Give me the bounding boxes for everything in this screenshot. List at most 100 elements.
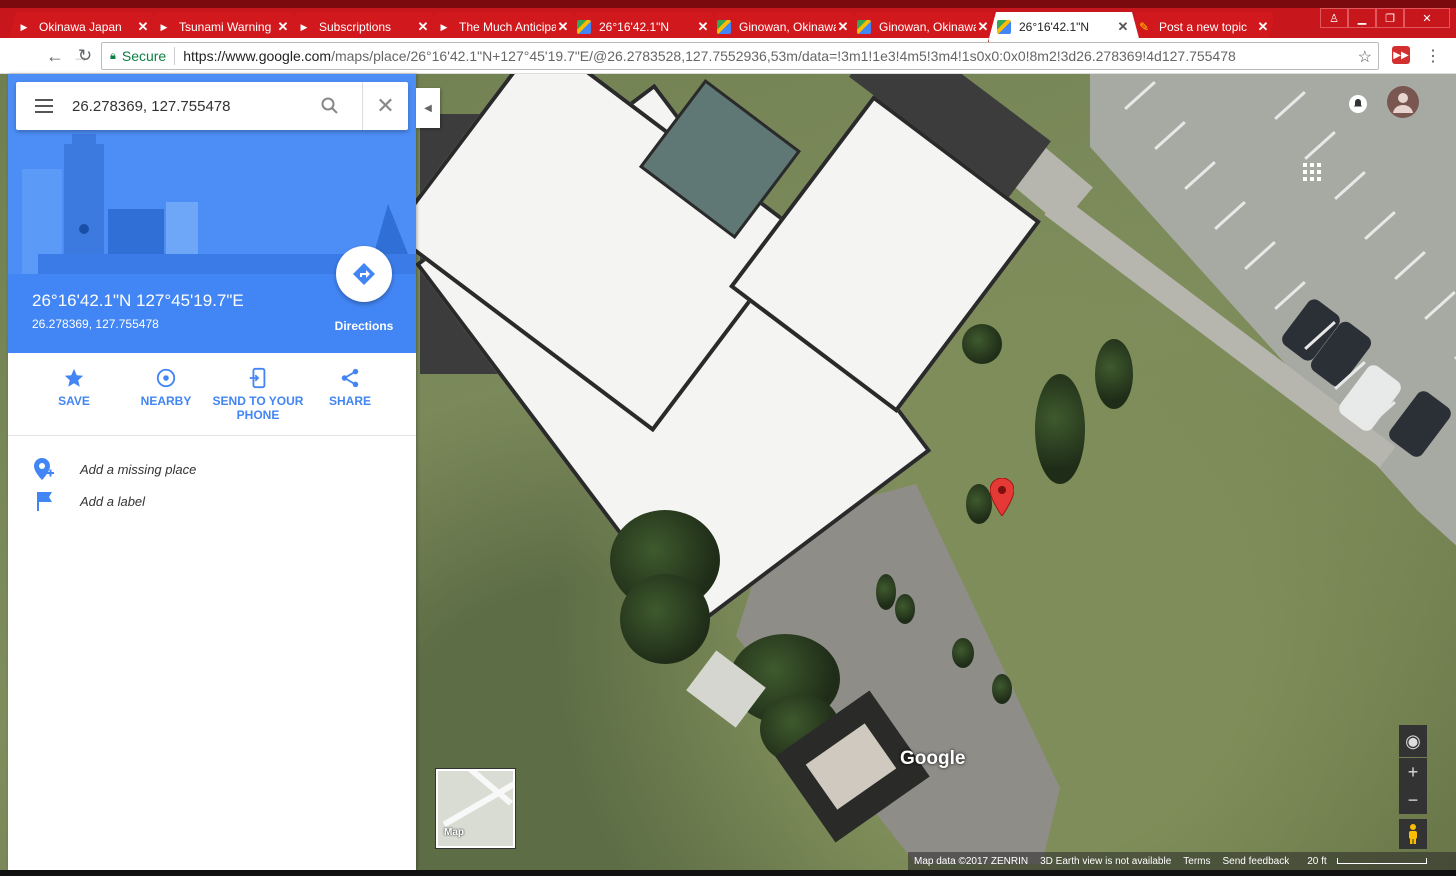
send-feedback-link[interactable]: Send feedback	[1223, 856, 1290, 867]
youtube-icon: ▶	[300, 21, 308, 32]
pencil-icon: ✎	[1138, 20, 1150, 34]
tree	[966, 484, 992, 524]
close-tab-icon[interactable]: ✕	[276, 19, 290, 35]
earth-view-notice: 3D Earth view is not available	[1040, 855, 1172, 867]
account-avatar[interactable]	[1387, 86, 1419, 118]
terms-link[interactable]: Terms	[1183, 856, 1210, 867]
send-to-phone-button[interactable]: SEND TO YOUR PHONE	[212, 366, 304, 422]
tab-title: Post a new topic	[1159, 20, 1248, 34]
scale-label: 20 ft	[1301, 856, 1427, 867]
url-path: /maps/place/26°16'42.1"N+127°45'19.7"E/@…	[331, 48, 1236, 64]
extension-icon[interactable]: ▶▶	[1392, 46, 1410, 64]
map-footer: Map data ©2017 ZENRIN 3D Earth view is n…	[908, 852, 1456, 870]
add-label-label: Add a label	[80, 493, 146, 509]
reload-icon[interactable]: ↻	[74, 45, 96, 67]
secure-label: Secure	[121, 48, 167, 64]
flag-icon	[32, 490, 56, 512]
close-tab-icon[interactable]: ✕	[1256, 19, 1270, 35]
tree	[620, 574, 710, 664]
collapse-panel-button[interactable]: ◀	[416, 88, 440, 128]
maps-icon	[997, 20, 1011, 34]
share-icon	[304, 366, 396, 390]
bookmark-star-icon[interactable]: ☆	[1358, 47, 1372, 67]
close-tab-icon[interactable]: ✕	[556, 19, 570, 35]
tree	[895, 594, 915, 624]
save-label: SAVE	[58, 394, 90, 408]
tree	[876, 574, 896, 610]
add-missing-place-label: Add a missing place	[80, 461, 197, 477]
save-button[interactable]: SAVE	[28, 366, 120, 408]
tab-title: 26°16'42.1"N	[1019, 20, 1090, 34]
tab-title: Tsunami Warning	[179, 20, 272, 34]
close-tab-icon[interactable]: ✕	[976, 19, 990, 35]
notifications-icon[interactable]	[1348, 94, 1368, 119]
lock-icon: 🔒︎	[110, 49, 116, 62]
send-to-phone-label: SEND TO YOUR PHONE	[212, 394, 304, 422]
nearby-button[interactable]: NEARBY	[120, 366, 212, 408]
tree	[1035, 374, 1085, 484]
tab-title: The Much Anticipated	[459, 20, 556, 34]
menu-icon[interactable]	[16, 82, 72, 130]
side-panel: ✕ 26°16'42.1"N 127°45'19.7"E 26.278369, …	[8, 74, 416, 870]
place-title: 26°16'42.1"N 127°45'19.7"E	[32, 291, 244, 310]
tree	[952, 638, 974, 668]
map-layer-toggle[interactable]: Map	[435, 768, 516, 849]
back-icon[interactable]: ←	[44, 45, 66, 67]
restore-icon[interactable]: ❐	[1376, 8, 1404, 28]
apps-grid-icon[interactable]	[1302, 162, 1322, 187]
add-label-link[interactable]: Add a label	[32, 490, 145, 512]
tree	[962, 324, 1002, 364]
minimap-label: Map	[444, 827, 464, 838]
search-input[interactable]	[72, 97, 302, 115]
maps-icon	[577, 20, 591, 34]
maps-icon	[717, 20, 731, 34]
tab-title: 26°16'42.1"N	[599, 20, 670, 34]
add-missing-place-link[interactable]: Add a missing place	[32, 458, 196, 480]
place-actions: SAVE NEARBY SEND TO YOUR PHONE SHARE	[8, 366, 416, 436]
tab-title: Okinawa Japan	[39, 20, 122, 34]
close-tab-icon[interactable]: ✕	[696, 19, 710, 35]
taskbar	[0, 870, 1456, 876]
close-window-icon[interactable]: ✕	[1404, 8, 1450, 28]
url-host: https://www.google.com	[183, 48, 332, 64]
pegman-icon[interactable]	[1399, 819, 1427, 849]
share-label: SHARE	[328, 394, 371, 408]
star-icon	[28, 366, 120, 390]
tab-title: Ginowan, Okinawa	[879, 20, 976, 34]
youtube-icon: ▶	[20, 21, 28, 32]
send-to-phone-icon	[212, 366, 304, 390]
tab-title: Ginowan, Okinawa	[739, 20, 836, 34]
close-tab-icon[interactable]: ✕	[836, 19, 850, 35]
my-location-icon[interactable]: ◉	[1399, 725, 1427, 757]
zoom-in-button[interactable]: +	[1399, 758, 1427, 786]
browser-toolbar: ← → 🔒︎ Secure https://www.google.com/map…	[0, 38, 1456, 74]
directions-icon	[353, 263, 375, 285]
browser-window: ▶ Okinawa Japan ✕ ▶ Tsunami Warning ✕ ▶ …	[0, 0, 1456, 876]
clear-search-icon[interactable]: ✕	[362, 82, 408, 130]
profile-icon[interactable]: ♙	[1320, 8, 1348, 28]
directions-button[interactable]	[336, 246, 392, 302]
address-bar[interactable]: 🔒︎ Secure https://www.google.com/maps/pl…	[101, 42, 1379, 70]
divider	[8, 435, 416, 436]
share-button[interactable]: SHARE	[304, 366, 396, 408]
divider	[174, 47, 176, 65]
tree	[1095, 339, 1133, 409]
zoom-out-button[interactable]: −	[1399, 786, 1427, 814]
tab-coordinates-active[interactable]: 26°16'42.1"N ✕	[988, 12, 1140, 42]
google-logo: Google	[900, 748, 966, 769]
place-decimal-coordinates: 26.278369, 127.755478	[32, 317, 159, 331]
close-tab-icon[interactable]: ✕	[1116, 19, 1130, 35]
nearby-label: NEARBY	[140, 394, 192, 408]
location-pin-icon[interactable]	[990, 478, 1014, 516]
nearby-icon	[120, 366, 212, 390]
youtube-icon: ▶	[440, 21, 448, 32]
add-place-icon	[32, 458, 56, 480]
tree	[992, 674, 1012, 704]
minimize-icon[interactable]: ▁	[1348, 8, 1376, 28]
search-icon[interactable]	[318, 94, 342, 118]
menu-kebab-icon[interactable]: ⋮	[1424, 46, 1442, 65]
map-data-attribution: Map data ©2017 ZENRIN	[914, 855, 1029, 867]
close-tab-icon[interactable]: ✕	[416, 19, 430, 35]
close-tab-icon[interactable]: ✕	[136, 19, 150, 35]
directions-label[interactable]: Directions	[326, 319, 402, 333]
